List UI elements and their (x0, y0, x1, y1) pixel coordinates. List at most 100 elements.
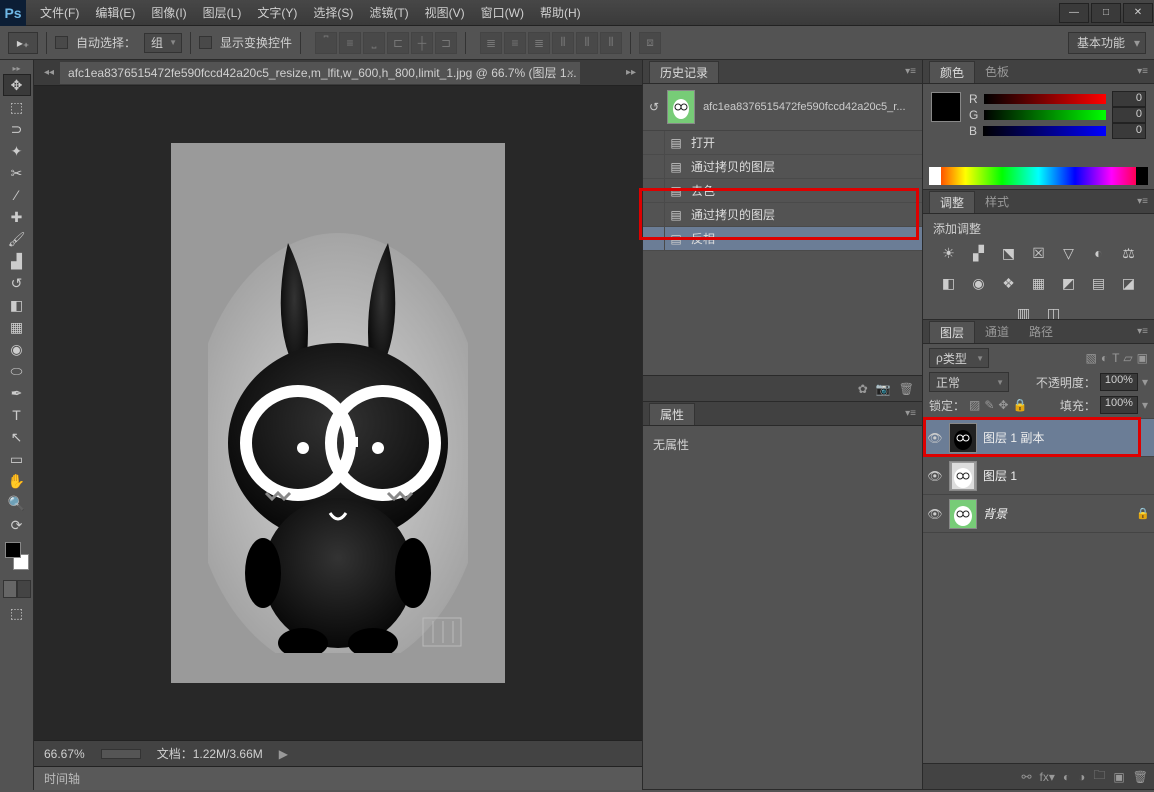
distribute-4-icon[interactable]: ⦀ (552, 32, 574, 54)
filter-smart-icon[interactable]: ▣ (1137, 351, 1148, 365)
blend-mode-select[interactable]: 正常 (929, 372, 1009, 392)
align-right-icon[interactable]: ⊐ (435, 32, 457, 54)
distribute-3-icon[interactable]: ≣ (528, 32, 550, 54)
layer-row-active[interactable]: 👁 图层 1 副本 (923, 419, 1154, 457)
color-swatch[interactable] (931, 92, 961, 122)
adj-lookup-icon[interactable]: ▦ (1029, 273, 1049, 293)
magic-wand-tool[interactable]: ✦ (3, 140, 31, 162)
fill-input[interactable]: 100% (1100, 396, 1138, 414)
layer-name[interactable]: 图层 1 (983, 467, 1017, 484)
history-item-active[interactable]: ▤反相 (643, 227, 922, 251)
filter-type-icon[interactable]: T (1112, 351, 1119, 365)
adj-exposure-icon[interactable]: ☒ (1029, 243, 1049, 263)
history-trash-icon[interactable]: 🗑 (899, 382, 914, 396)
properties-panel-menu-icon[interactable]: ▾≡ (905, 408, 916, 419)
close-tab-icon[interactable]: × (567, 66, 574, 80)
tab-scroll-left-icon[interactable]: ◂◂ (44, 67, 54, 78)
auto-select-type[interactable]: 组 (144, 33, 182, 53)
history-item[interactable]: ▤打开 (643, 131, 922, 155)
delete-layer-icon[interactable]: 🗑 (1133, 770, 1148, 784)
menu-help[interactable]: 帮助(H) (532, 0, 589, 26)
gradient-tool[interactable]: ▦ (3, 316, 31, 338)
adj-levels-icon[interactable]: ▞ (969, 243, 989, 263)
lock-pos-icon[interactable]: ✥ (998, 398, 1008, 412)
align-vcenter-icon[interactable]: ≡ (339, 32, 361, 54)
canvas-wrap[interactable] (34, 86, 642, 740)
document-tab[interactable]: afc1ea8376515472fe590fccd42a20c5_resize,… (60, 62, 580, 84)
channels-tab[interactable]: 通道 (975, 321, 1019, 343)
distribute-2-icon[interactable]: ≡ (504, 32, 526, 54)
adj-threshold-icon[interactable]: ◪ (1119, 273, 1139, 293)
history-camera-icon[interactable]: ✿ (858, 382, 868, 396)
foreground-color[interactable] (5, 542, 21, 558)
adj-bw-icon[interactable]: ◧ (939, 273, 959, 293)
menu-edit[interactable]: 编辑(E) (87, 0, 143, 26)
layer-filter-kind[interactable]: ρ 类型 (929, 348, 989, 368)
layers-tab[interactable]: 图层 (929, 321, 975, 343)
path-selection-tool[interactable]: ↖ (3, 426, 31, 448)
hue-strip[interactable] (929, 167, 1148, 185)
color-picker-icon[interactable]: ⟳ (3, 514, 31, 536)
menu-window[interactable]: 窗口(W) (473, 0, 532, 26)
adj-vibrance-icon[interactable]: ▽ (1059, 243, 1079, 263)
adj-brightness-icon[interactable]: ☀ (939, 243, 959, 263)
eraser-tool[interactable]: ◧ (3, 294, 31, 316)
zoom-tool[interactable]: 🔍 (3, 492, 31, 514)
menu-type[interactable]: 文字(Y) (249, 0, 305, 26)
adjust-panel-menu-icon[interactable]: ▾≡ (1137, 196, 1148, 207)
timeline-panel[interactable]: 时间轴 (34, 766, 642, 790)
adjustments-tab[interactable]: 调整 (929, 191, 975, 213)
filter-shape-icon[interactable]: ▱ (1123, 351, 1132, 365)
styles-tab[interactable]: 样式 (975, 191, 1019, 213)
g-value[interactable]: 0 (1112, 107, 1146, 123)
align-hcenter-icon[interactable]: ┼ (411, 32, 433, 54)
visibility-icon[interactable]: 👁 (927, 431, 943, 445)
crop-tool[interactable]: ✂ (3, 162, 31, 184)
menu-select[interactable]: 选择(S) (305, 0, 361, 26)
adj-hue-icon[interactable]: ◐ (1089, 243, 1109, 263)
dodge-tool[interactable]: ⬭ (3, 360, 31, 382)
lock-paint-icon[interactable]: ✎ (984, 398, 994, 412)
filter-pixel-icon[interactable]: ▧ (1085, 351, 1096, 365)
quick-mask-toggle[interactable] (3, 580, 31, 602)
type-tool[interactable]: T (3, 404, 31, 426)
adj-posterize-icon[interactable]: ▤ (1089, 273, 1109, 293)
r-slider[interactable] (984, 94, 1106, 104)
healing-brush-tool[interactable]: ✚ (3, 206, 31, 228)
g-slider[interactable] (984, 110, 1106, 120)
align-bottom-icon[interactable]: ⎵ (363, 32, 385, 54)
distribute-5-icon[interactable]: ⦀ (576, 32, 598, 54)
align-left-icon[interactable]: ⊏ (387, 32, 409, 54)
marquee-tool[interactable]: ⬚ (3, 96, 31, 118)
layer-mask-icon[interactable]: ◐ (1063, 770, 1070, 784)
history-item[interactable]: ▤通过拷贝的图层 (643, 155, 922, 179)
menu-file[interactable]: 文件(F) (32, 0, 87, 26)
lock-all-icon[interactable]: 🔒 (1012, 398, 1027, 412)
link-layers-icon[interactable]: ⚯ (1021, 770, 1031, 784)
minimize-button[interactable]: — (1059, 3, 1089, 23)
layer-row[interactable]: 👁 背景 🔒 (923, 495, 1154, 533)
history-item[interactable]: ▤通过拷贝的图层 (643, 203, 922, 227)
history-snapshot-icon[interactable]: 📷 (876, 382, 891, 396)
eyedropper-tool[interactable]: ⁄ (3, 184, 31, 206)
adj-balance-icon[interactable]: ⚖ (1119, 243, 1139, 263)
adj-gradient-map-icon[interactable]: ▥ (1014, 303, 1034, 319)
history-tab[interactable]: 历史记录 (649, 61, 719, 83)
lasso-tool[interactable]: ⊃ (3, 118, 31, 140)
color-tab[interactable]: 颜色 (929, 61, 975, 83)
foreground-background-colors[interactable] (3, 540, 31, 572)
move-tool[interactable]: ✥ (3, 74, 31, 96)
adjustment-layer-icon[interactable]: ◑ (1078, 770, 1085, 784)
tab-scroll-right-icon[interactable]: ▸▸ (626, 67, 636, 78)
r-value[interactable]: 0 (1112, 91, 1146, 107)
3d-mode-icon[interactable]: ⧈ (639, 32, 661, 54)
layers-panel-menu-icon[interactable]: ▾≡ (1137, 326, 1148, 337)
lock-trans-icon[interactable]: ▨ (969, 398, 980, 412)
menu-filter[interactable]: 滤镜(T) (361, 0, 416, 26)
visibility-icon[interactable]: 👁 (927, 469, 943, 483)
paths-tab[interactable]: 路径 (1019, 321, 1063, 343)
properties-tab[interactable]: 属性 (649, 403, 695, 425)
brush-tool[interactable]: 🖌 (3, 228, 31, 250)
status-arrow-icon[interactable]: ▶ (279, 747, 288, 761)
hand-tool[interactable]: ✋ (3, 470, 31, 492)
